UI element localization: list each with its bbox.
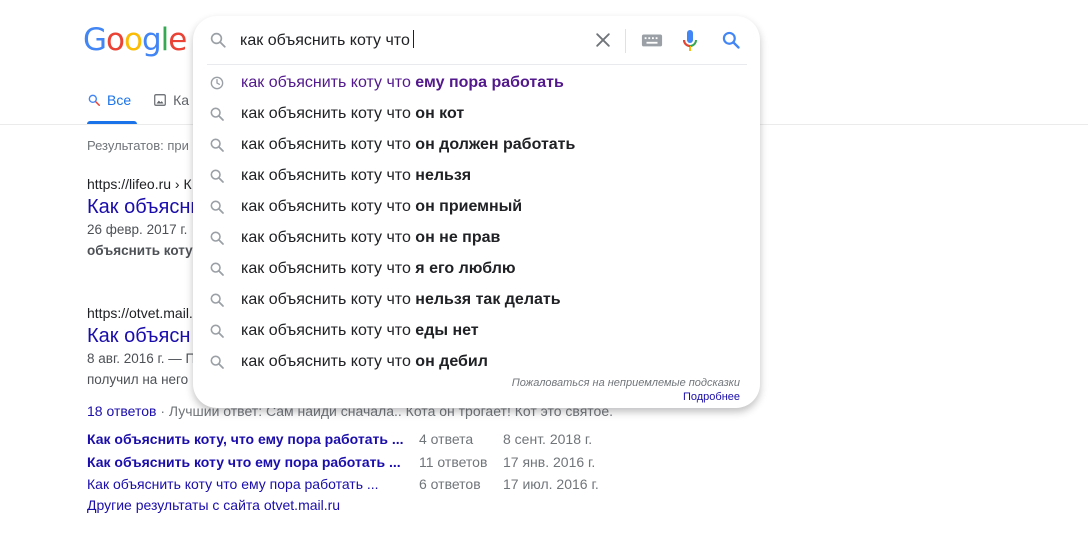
- suggestion-item[interactable]: как объяснить коту что еды нет: [193, 315, 760, 346]
- suggestion-prefix: как объяснить коту что: [241, 198, 411, 215]
- related-date: 17 июл. 2016 г.: [503, 476, 599, 492]
- suggestion-item[interactable]: как объяснить коту что нельзя: [193, 160, 760, 191]
- result-url[interactable]: https://otvet.mail.: [87, 305, 195, 321]
- search-icon: [210, 138, 224, 152]
- suggestion-completion: он дебил: [410, 353, 488, 370]
- search-icon: [210, 293, 224, 307]
- answers-separator: ·: [156, 403, 169, 419]
- related-answers: 4 ответа: [419, 431, 474, 447]
- related-date: 17 янв. 2016 г.: [503, 454, 596, 470]
- related-answers: 11 ответов: [419, 454, 488, 470]
- suggestion-prefix: как объяснить коту что: [241, 74, 411, 91]
- suggestion-prefix: как объяснить коту что: [241, 260, 411, 277]
- suggestion-item[interactable]: как объяснить коту что он должен работат…: [193, 129, 760, 160]
- search-icon: [210, 200, 224, 214]
- image-icon: [154, 94, 166, 106]
- suggestion-completion: нельзя: [410, 167, 472, 184]
- suggestion-item[interactable]: как объяснить коту что нельзя так делать: [193, 284, 760, 315]
- result-url[interactable]: https://lifeo.ru › К: [87, 176, 202, 192]
- clear-icon[interactable]: [593, 30, 613, 50]
- search-icon: [210, 355, 224, 369]
- search-icon: [210, 262, 224, 276]
- result-snippet-bold: объяснить коту: [87, 243, 193, 258]
- suggestion-list: как объяснить коту что ему пора работать…: [193, 67, 760, 377]
- suggestion-completion: нельзя так делать: [410, 291, 561, 308]
- related-answers: 6 ответов: [419, 476, 481, 492]
- result-snippet: 8 авг. 2016 г. — П получил на него: [87, 348, 195, 390]
- report-suggestions-link[interactable]: Пожаловаться на неприемлемые подсказки: [512, 377, 740, 389]
- suggestion-completion: ему пора работать: [410, 74, 564, 91]
- suggestion-item[interactable]: как объяснить коту что ему пора работать: [193, 67, 760, 98]
- suggestion-completion: он приемный: [410, 198, 523, 215]
- keyboard-icon[interactable]: [641, 31, 663, 49]
- search-box-divider: [625, 29, 626, 53]
- search-result: https://lifeo.ru › К Как объясни 26 февр…: [87, 176, 202, 261]
- search-icon: [210, 324, 224, 338]
- suggestion-item[interactable]: как объяснить коту что он кот: [193, 98, 760, 129]
- tab-all-label: Все: [107, 92, 132, 108]
- result-stats: Результатов: при: [87, 138, 189, 153]
- search-input[interactable]: как объяснить коту что: [240, 30, 414, 50]
- search-icon: [210, 107, 224, 121]
- suggestion-item[interactable]: как объяснить коту что он дебил: [193, 346, 760, 377]
- learn-more-link[interactable]: Подробнее: [683, 391, 740, 403]
- suggestion-prefix: как объяснить коту что: [241, 229, 411, 246]
- result-title[interactable]: Как объясни: [87, 196, 202, 219]
- suggestions-divider: [207, 64, 747, 65]
- suggestion-completion: еды нет: [410, 322, 479, 339]
- tab-images-label: Ка: [173, 92, 190, 108]
- search-result: https://otvet.mail. Как объясн 8 авг. 20…: [87, 305, 195, 390]
- more-results-link[interactable]: Другие результаты с сайта otvet.mail.ru: [87, 497, 340, 513]
- related-date: 8 сент. 2018 г.: [503, 431, 593, 447]
- search-tabs: Все Ка: [87, 92, 189, 108]
- result-snippet-text: получил на него: [87, 372, 189, 387]
- suggestion-prefix: как объяснить коту что: [241, 322, 411, 339]
- suggestion-completion: он не прав: [410, 229, 501, 246]
- google-logo[interactable]: Google: [83, 22, 187, 58]
- result-snippet: 26 февр. 2017 г. объяснить коту: [87, 219, 202, 261]
- suggestion-item[interactable]: как объяснить коту что я его люблю: [193, 253, 760, 284]
- related-link[interactable]: Как объяснить коту, что ему пора работат…: [87, 431, 417, 447]
- search-icon: [210, 169, 224, 183]
- search-box[interactable]: как объяснить коту что: [193, 16, 760, 64]
- search-suggestions-panel: как объяснить коту что как объяснить кот…: [193, 16, 760, 408]
- search-icon: [88, 94, 101, 107]
- suggestion-prefix: как объяснить коту что: [241, 167, 411, 184]
- text-cursor: [412, 30, 414, 48]
- related-link[interactable]: Как объяснить коту что ему пора работать…: [87, 454, 417, 470]
- suggestion-completion: я его люблю: [410, 260, 516, 277]
- suggestion-item[interactable]: как объяснить коту что он не прав: [193, 222, 760, 253]
- suggestion-completion: он кот: [410, 105, 465, 122]
- search-submit-icon[interactable]: [721, 30, 741, 50]
- result-date: 8 авг. 2016 г. — П: [87, 351, 196, 366]
- search-icon: [210, 231, 224, 245]
- suggestion-prefix: как объяснить коту что: [241, 105, 411, 122]
- history-icon: [210, 76, 224, 90]
- search-query-text: как объяснить коту что: [240, 32, 410, 49]
- result-title[interactable]: Как объясн: [87, 325, 195, 348]
- answers-count-link[interactable]: 18 ответов: [87, 403, 156, 419]
- suggestion-prefix: как объяснить коту что: [241, 136, 411, 153]
- microphone-icon[interactable]: [682, 29, 698, 53]
- tab-images[interactable]: Ка: [153, 92, 189, 108]
- suggestion-completion: он должен работать: [410, 136, 576, 153]
- suggestion-prefix: как объяснить коту что: [241, 353, 411, 370]
- result-date: 26 февр. 2017 г.: [87, 222, 188, 237]
- search-icon: [210, 32, 226, 48]
- suggestion-prefix: как объяснить коту что: [241, 291, 411, 308]
- tab-all[interactable]: Все: [87, 92, 131, 108]
- suggestion-item[interactable]: как объяснить коту что он приемный: [193, 191, 760, 222]
- related-link[interactable]: Как объяснить коту что ему пора работать…: [87, 476, 417, 492]
